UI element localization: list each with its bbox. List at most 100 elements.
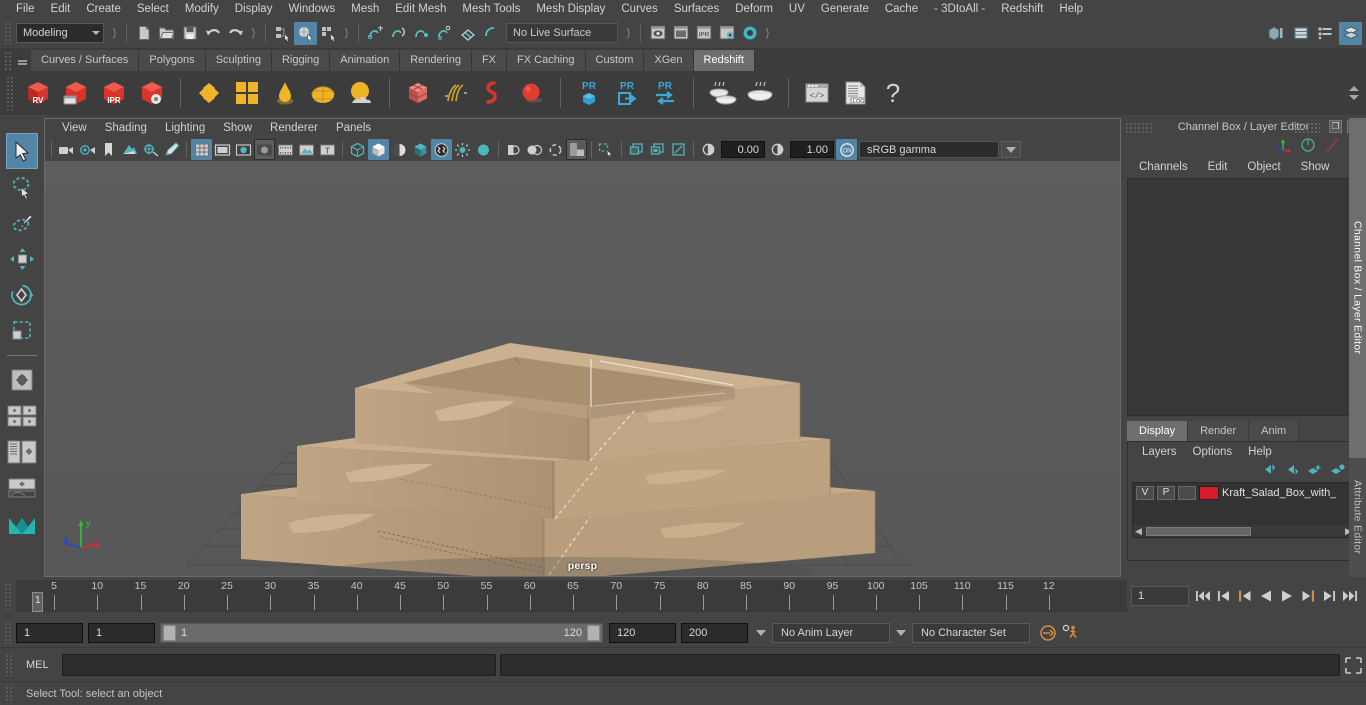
shadows-icon[interactable] (452, 139, 473, 160)
menu-item-help[interactable]: Help (1051, 0, 1091, 19)
color-management-toggle-icon[interactable]: ON (836, 139, 857, 160)
redshift-pr-export-icon[interactable]: PR (610, 76, 644, 110)
shelf-scroll-down-icon[interactable] (1349, 95, 1359, 100)
menu-item-select[interactable]: Select (129, 0, 177, 19)
scroll-left-arrow-icon[interactable]: ◀ (1133, 526, 1144, 537)
redshift-object-properties-icon[interactable] (401, 76, 435, 110)
viewport-menu-lighting[interactable]: Lighting (156, 119, 214, 138)
shelf-scroll-arrows[interactable] (1346, 73, 1366, 113)
snap-to-projected-center-icon[interactable] (433, 22, 456, 45)
menu-item-mesh-tools[interactable]: Mesh Tools (454, 0, 528, 19)
redshift-hair-icon[interactable] (439, 76, 473, 110)
paint-select-tool[interactable] (6, 205, 38, 241)
menu-set-selector[interactable]: Modeling (16, 23, 104, 43)
menu-item-create[interactable]: Create (78, 0, 129, 19)
menu-item-3dtoall[interactable]: - 3DtoAll - (926, 0, 993, 19)
xray-active-components-icon[interactable] (647, 139, 668, 160)
redshift-log-icon[interactable]: .LOG (838, 76, 872, 110)
redshift-ipr-icon[interactable]: IPR (97, 76, 131, 110)
exposure-icon[interactable] (296, 139, 317, 160)
select-by-component-icon[interactable] (317, 22, 340, 45)
render-sequence-icon[interactable] (669, 22, 692, 45)
menu-item-uv[interactable]: UV (781, 0, 813, 19)
expand-script-editor-icon[interactable] (1340, 653, 1366, 677)
menu-item-edit-mesh[interactable]: Edit Mesh (387, 0, 454, 19)
exposure-reset-icon[interactable] (698, 139, 719, 160)
safe-title-icon[interactable]: T (317, 139, 338, 160)
step-back-frame-button[interactable] (1235, 585, 1255, 607)
make-live-icon[interactable] (479, 22, 502, 45)
render-view-icon[interactable] (646, 22, 669, 45)
animation-preferences-icon[interactable] (1059, 622, 1082, 645)
four-view-layout[interactable] (6, 398, 38, 434)
shelf-tab-sculpting[interactable]: Sculpting (205, 50, 272, 71)
move-layer-down-icon[interactable] (1284, 463, 1299, 479)
layer-name-label[interactable]: Kraft_Salad_Box_with_ (1222, 487, 1336, 499)
redshift-dome-light-icon[interactable] (306, 76, 340, 110)
layer-editor-tab-anim[interactable]: Anim (1249, 421, 1300, 441)
layer-editor-tab-display[interactable]: Display (1127, 421, 1189, 441)
shelf-tab-fx[interactable]: FX (471, 50, 508, 71)
redshift-volume-icon[interactable] (268, 76, 302, 110)
shelf-menu-icon[interactable] (16, 51, 29, 71)
menu-item-cache[interactable]: Cache (877, 0, 926, 19)
menu-item-generate[interactable]: Generate (813, 0, 877, 19)
range-slider-right-handle[interactable] (587, 625, 600, 641)
open-scene-icon[interactable] (155, 22, 178, 45)
grease-pencil-icon[interactable] (161, 139, 182, 160)
layer-playback-toggle[interactable]: P (1157, 485, 1175, 500)
shaded-wireframe-icon[interactable] (389, 139, 410, 160)
menu-item-deform[interactable]: Deform (727, 0, 781, 19)
menu-item-file[interactable]: File (8, 0, 43, 19)
gamma-reset-icon[interactable] (767, 139, 788, 160)
select-tool[interactable] (6, 133, 38, 169)
snap-to-view-plane-icon[interactable] (456, 22, 479, 45)
anim-curve-icon[interactable] (1324, 137, 1340, 156)
layer-list-horizontal-scrollbar[interactable]: ◀ ▶ (1133, 525, 1354, 537)
layer-editor-tab-render[interactable]: Render (1188, 421, 1250, 441)
ipr-render-icon[interactable]: IPR (692, 22, 715, 45)
save-scene-icon[interactable] (178, 22, 201, 45)
color-space-dropdown-arrow[interactable] (1001, 141, 1021, 158)
create-new-layer-icon[interactable] (1307, 463, 1322, 479)
redshift-script-editor-icon[interactable]: </> (800, 76, 834, 110)
command-language-label[interactable]: MEL (18, 659, 62, 671)
shelf-tab-rigging[interactable]: Rigging (271, 50, 331, 71)
snap-to-grid-icon[interactable] (364, 22, 387, 45)
select-by-hierarchy-icon[interactable] (271, 22, 294, 45)
rotate-tool[interactable] (6, 277, 38, 313)
anim-layer-selector[interactable]: No Anim Layer (772, 623, 890, 643)
anim-start-time-field[interactable]: 1 (16, 623, 83, 643)
snap-to-point-icon[interactable] (410, 22, 433, 45)
layer-menu-options[interactable]: Options (1185, 443, 1241, 461)
redshift-render-settings-icon[interactable] (135, 76, 169, 110)
step-back-keyframe-button[interactable] (1214, 585, 1234, 607)
redshift-render-sequence-icon[interactable] (59, 76, 93, 110)
menu-item-mesh-display[interactable]: Mesh Display (528, 0, 613, 19)
redshift-bake-set-icon[interactable] (705, 76, 739, 110)
show-hide-attribute-editor-icon[interactable] (1289, 22, 1312, 45)
redshift-bake-all-icon[interactable] (743, 76, 777, 110)
transform-axes-icon[interactable] (1276, 137, 1292, 156)
isolate-select-icon[interactable] (566, 139, 587, 160)
anim-end-time-field[interactable]: 200 (681, 623, 748, 643)
menu-item-mesh[interactable]: Mesh (343, 0, 387, 19)
redshift-pr-toggle-icon[interactable]: PR (648, 76, 682, 110)
shelf-strip-grip[interactable] (6, 76, 15, 110)
panel-restore-button[interactable]: ❐ (1329, 120, 1342, 133)
layer-shading-toggle[interactable] (1178, 485, 1196, 500)
time-slider[interactable]: 1 5 10 15 20 25 30 35 40 45 50 55 60 65 70 75 80 85 90 95 1… (16, 580, 1127, 612)
shelf-tab-animation[interactable]: Animation (330, 50, 401, 71)
viewport-menu-show[interactable]: Show (214, 119, 261, 138)
redshift-proxy-icon[interactable] (192, 76, 226, 110)
play-backwards-button[interactable] (1256, 585, 1276, 607)
range-slider[interactable]: 1 120 (160, 623, 603, 643)
viewport-menu-renderer[interactable]: Renderer (261, 119, 327, 138)
camera-attributes-icon[interactable] (77, 139, 98, 160)
scrollbar-thumb[interactable] (1146, 526, 1251, 536)
smooth-shade-all-icon[interactable] (368, 139, 389, 160)
step-forward-keyframe-button[interactable] (1319, 585, 1339, 607)
channel-box-content[interactable] (1127, 178, 1360, 416)
shelf-tab-xgen[interactable]: XGen (644, 50, 694, 71)
redshift-curve-icon[interactable] (477, 76, 511, 110)
